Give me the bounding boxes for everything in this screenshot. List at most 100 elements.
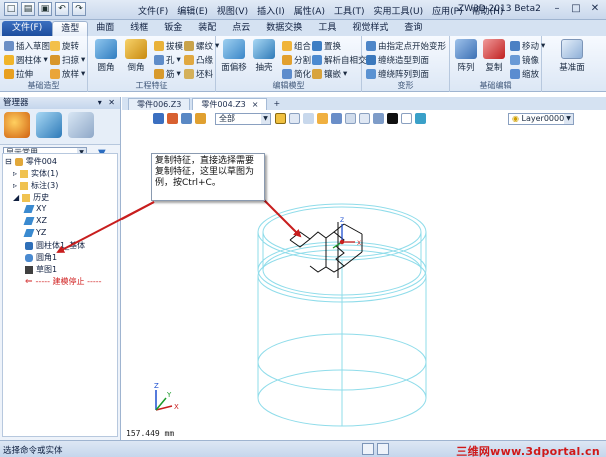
tab-tools[interactable]: 工具 <box>310 21 344 36</box>
color-black-swatch[interactable] <box>387 113 398 124</box>
tab-modeling[interactable]: 造型 <box>52 21 89 36</box>
undo-icon[interactable]: ↶ <box>55 2 69 16</box>
tree-node-plane-xz[interactable]: XZ <box>23 216 47 225</box>
tab-sheetmetal[interactable]: 钣金 <box>156 21 190 36</box>
sketch-axes <box>332 224 355 249</box>
insert-sketch-button[interactable]: 插入草图 <box>4 40 50 52</box>
render-mode-icon[interactable] <box>303 113 314 124</box>
tree-node-part[interactable]: ⊟ 零件004 <box>5 156 57 167</box>
rib-button[interactable]: 筋 ▾ <box>154 68 181 80</box>
cylinder-button[interactable]: 圆柱体 ▾ <box>4 54 48 66</box>
tree-node-cylinder[interactable]: 圆柱体1_基体 <box>25 240 85 251</box>
tab-wireframe[interactable]: 线框 <box>122 21 156 36</box>
tab-data-exchange[interactable]: 数据交换 <box>258 21 310 36</box>
tree-node-fillet[interactable]: 圆角1 <box>25 252 57 263</box>
tab-inquire[interactable]: 查询 <box>396 21 430 36</box>
callout-arrow-to-tree <box>122 201 155 221</box>
combine-button[interactable]: 组合 <box>282 40 311 52</box>
mirror-button[interactable]: 镜像 <box>510 54 539 66</box>
menu-edit[interactable]: 编辑(E) <box>177 4 208 17</box>
shade-icon[interactable] <box>317 113 328 124</box>
status-snap-icon[interactable] <box>377 443 389 455</box>
tree-node-sketch[interactable]: 草图1 <box>25 264 57 275</box>
scale-button[interactable]: 缩放 <box>510 68 539 80</box>
display-icon[interactable] <box>373 113 384 124</box>
sweep-button[interactable]: 扫掠 ▾ <box>50 54 85 66</box>
menu-insert[interactable]: 插入(I) <box>257 4 285 17</box>
revolve-button[interactable]: 旋转 <box>50 40 79 52</box>
history-manager-icon[interactable] <box>4 112 30 138</box>
extrude-button[interactable]: 拉伸 <box>4 68 33 80</box>
hole-button[interactable]: 孔 ▾ <box>154 54 181 66</box>
face-offset-button[interactable]: 面偏移 <box>220 39 248 73</box>
save-icon[interactable]: ▣ <box>38 2 52 16</box>
tab-assembly[interactable]: 装配 <box>190 21 224 36</box>
draft-icon <box>154 41 164 51</box>
copy-button[interactable]: 复制 <box>480 39 508 73</box>
tab-pointcloud[interactable]: 点云 <box>224 21 258 36</box>
tree-node-plane-yz[interactable]: YZ <box>23 228 46 237</box>
wrap-pattern-to-face-button[interactable]: 缠绕阵列到面 <box>366 68 429 80</box>
tree-node-history[interactable]: ◢ 历史 <box>13 192 49 203</box>
view-orient-icon[interactable] <box>289 113 300 124</box>
eraser-icon[interactable] <box>167 113 178 124</box>
tab-file[interactable]: 文件(F) <box>2 21 53 36</box>
assembly-manager-icon[interactable] <box>36 112 62 138</box>
panel-controls[interactable]: ▾ ✕ <box>98 97 117 109</box>
menu-utilities[interactable]: 实用工具(U) <box>374 4 424 17</box>
pattern-button[interactable]: 阵列 <box>452 39 480 73</box>
deform-by-point-button[interactable]: 由指定点开始变形 <box>366 40 446 52</box>
new-icon[interactable]: □ <box>4 2 18 16</box>
doc-tab-part006[interactable]: 零件006.Z3 <box>128 98 191 110</box>
menu-file[interactable]: 文件(F) <box>138 4 168 17</box>
emboss-button[interactable]: 镶嵌 ▾ <box>312 68 347 80</box>
history-tree: ⊟ 零件004 ▹ 实体(1) ▹ 标注(3) ◢ 历史 XY XZ YZ 圆柱体1_基… <box>2 153 118 437</box>
zoom-icon[interactable] <box>345 113 356 124</box>
filter-tool-icon[interactable] <box>181 113 192 124</box>
simplify-button[interactable]: 简化 <box>282 68 311 80</box>
tree-node-solids[interactable]: ▹ 实体(1) <box>13 168 58 179</box>
maximize-icon[interactable]: □ <box>567 2 585 16</box>
smart-pick-icon[interactable] <box>275 113 286 124</box>
open-icon[interactable]: ▤ <box>21 2 35 16</box>
fillet-button[interactable]: 圆角 <box>92 39 120 73</box>
tab-surface[interactable]: 曲面 <box>88 21 122 36</box>
shell-button[interactable]: 抽壳 <box>250 39 278 73</box>
pick-icon[interactable] <box>153 113 164 124</box>
menu-tools[interactable]: 工具(T) <box>334 4 365 17</box>
section-icon[interactable] <box>331 113 342 124</box>
lip-button[interactable]: 凸缘 <box>184 54 213 66</box>
thread-button[interactable]: 螺纹 ▾ <box>184 40 219 52</box>
view-manager-icon[interactable] <box>68 112 94 138</box>
tree-node-modeling-stop[interactable]: ⇐ ----- 建模停止 ----- <box>25 276 102 287</box>
layer-select[interactable]: ◉ Layer0000 ▼ <box>508 113 574 125</box>
resolve-self-intersect-button[interactable]: 解析自相交 <box>312 54 367 66</box>
doc-tab-part004[interactable]: 零件004.Z3 × <box>192 98 268 110</box>
datum-plane-button[interactable]: 基准面 <box>550 39 594 73</box>
close-tab-icon[interactable]: × <box>252 100 259 109</box>
color-white-swatch[interactable] <box>401 113 412 124</box>
menu-view[interactable]: 视图(V) <box>217 4 248 17</box>
rib-icon <box>154 69 164 79</box>
grid-icon[interactable] <box>359 113 370 124</box>
menu-attribute[interactable]: 属性(A) <box>294 4 325 17</box>
move-button[interactable]: 移动 ▾ <box>510 40 545 52</box>
minimize-icon[interactable]: – <box>548 2 566 16</box>
tree-node-plane-xy[interactable]: XY <box>23 204 46 213</box>
pick-filter-select[interactable]: 全部 ▼ <box>215 113 271 125</box>
wrap-shape-to-face-button[interactable]: 缠绕造型到面 <box>366 54 429 66</box>
redo-icon[interactable]: ↷ <box>72 2 86 16</box>
graphics-viewport[interactable]: Z X Z X Y 复制特征，直接选择需要复制特征，这里以草图为例，按Ctrl+… <box>122 128 606 440</box>
replace-button[interactable]: 置换 <box>312 40 341 52</box>
status-grid-icon[interactable] <box>362 443 374 455</box>
loft-button[interactable]: 放样 ▾ <box>50 68 85 80</box>
stock-button[interactable]: 坯料 <box>184 68 213 80</box>
wrap-pattern-icon <box>366 69 376 79</box>
close-icon[interactable]: ✕ <box>586 2 604 16</box>
tree-node-annotations[interactable]: ▹ 标注(3) <box>13 180 58 191</box>
layer-tool-icon[interactable] <box>415 113 426 124</box>
bucket-icon[interactable] <box>195 113 206 124</box>
chamfer-button[interactable]: 倒角 <box>122 39 150 73</box>
add-tab-button[interactable]: + <box>269 98 284 110</box>
tab-visual-style[interactable]: 视觉样式 <box>344 21 396 36</box>
